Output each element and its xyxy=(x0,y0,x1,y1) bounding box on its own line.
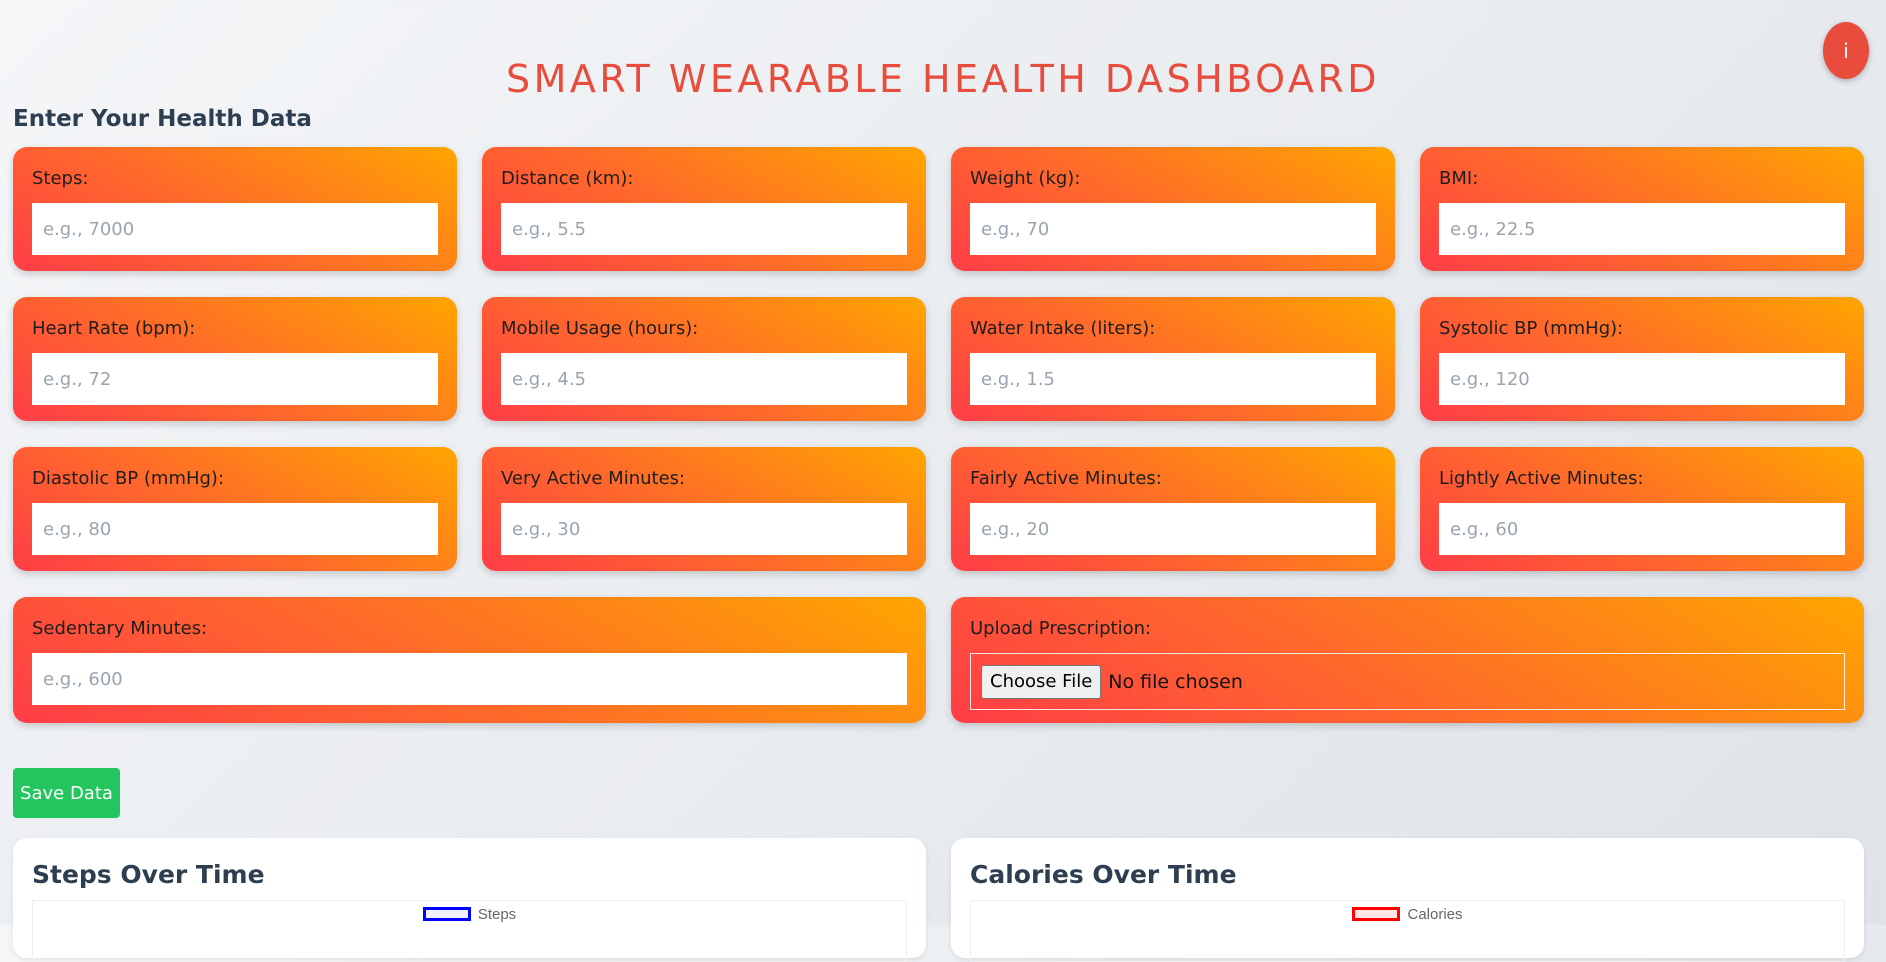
diastolic-bp-label: Diastolic BP (mmHg): xyxy=(32,468,225,489)
very-active-minutes-field-card: Very Active Minutes: xyxy=(482,447,926,571)
diastolic-bp-input[interactable] xyxy=(32,503,438,555)
systolic-bp-field-card: Systolic BP (mmHg): xyxy=(1420,297,1864,421)
water-intake-label: Water Intake (liters): xyxy=(970,318,1156,339)
page-title: SMART WEARABLE HEALTH DASHBOARD xyxy=(505,57,1381,102)
distance-input[interactable] xyxy=(501,203,907,255)
steps-field-card: Steps: xyxy=(13,147,457,271)
weight-field-card: Weight (kg): xyxy=(951,147,1395,271)
very-active-minutes-label: Very Active Minutes: xyxy=(501,468,686,489)
distance-field-card: Distance (km): xyxy=(482,147,926,271)
calories-chart-panel: Calories Over Time Calories xyxy=(951,838,1864,962)
mobile-usage-label: Mobile Usage (hours): xyxy=(501,318,699,339)
heart-rate-field-card: Heart Rate (bpm): xyxy=(13,297,457,421)
lightly-active-minutes-input[interactable] xyxy=(1439,503,1845,555)
steps-legend-swatch[interactable] xyxy=(422,907,471,921)
sedentary-minutes-label: Sedentary Minutes: xyxy=(32,618,208,639)
calories-chart-title: Calories Over Time xyxy=(970,860,1237,889)
steps-input[interactable] xyxy=(32,203,438,255)
calories-legend-label[interactable]: Calories xyxy=(1407,906,1462,923)
bmi-input[interactable] xyxy=(1439,203,1845,255)
lightly-active-minutes-field-card: Lightly Active Minutes: xyxy=(1420,447,1864,571)
mobile-usage-input[interactable] xyxy=(501,353,907,405)
weight-label: Weight (kg): xyxy=(970,168,1081,189)
calories-chart-legend: Calories xyxy=(971,901,1844,927)
mobile-usage-field-card: Mobile Usage (hours): xyxy=(482,297,926,421)
very-active-minutes-input[interactable] xyxy=(501,503,907,555)
diastolic-bp-field-card: Diastolic BP (mmHg): xyxy=(13,447,457,571)
steps-chart-canvas: Steps xyxy=(32,900,907,962)
sedentary-minutes-field-card: Sedentary Minutes: xyxy=(13,597,926,723)
steps-legend-label[interactable]: Steps xyxy=(478,906,516,923)
upload-prescription-label: Upload Prescription: xyxy=(970,618,1152,639)
file-status-text: No file chosen xyxy=(1108,670,1243,693)
distance-label: Distance (km): xyxy=(501,168,634,189)
steps-label: Steps: xyxy=(32,168,89,189)
water-intake-field-card: Water Intake (liters): xyxy=(951,297,1395,421)
systolic-bp-input[interactable] xyxy=(1439,353,1845,405)
systolic-bp-label: Systolic BP (mmHg): xyxy=(1439,318,1624,339)
steps-chart-legend: Steps xyxy=(33,901,906,927)
steps-chart-panel: Steps Over Time Steps xyxy=(13,838,926,962)
fairly-active-minutes-field-card: Fairly Active Minutes: xyxy=(951,447,1395,571)
heart-rate-label: Heart Rate (bpm): xyxy=(32,318,196,339)
choose-file-button[interactable]: Choose File xyxy=(981,664,1102,699)
upload-prescription-card: Upload Prescription: Choose File No file… xyxy=(951,597,1864,723)
calories-legend-swatch[interactable] xyxy=(1352,907,1401,921)
water-intake-input[interactable] xyxy=(970,353,1376,405)
form-heading: Enter Your Health Data xyxy=(13,106,312,132)
weight-input[interactable] xyxy=(970,203,1376,255)
sedentary-minutes-input[interactable] xyxy=(32,653,907,705)
bmi-label: BMI: xyxy=(1439,168,1479,189)
fairly-active-minutes-input[interactable] xyxy=(970,503,1376,555)
lightly-active-minutes-label: Lightly Active Minutes: xyxy=(1439,468,1644,489)
file-input[interactable]: Choose File No file chosen xyxy=(970,653,1845,710)
save-data-button[interactable]: Save Data xyxy=(13,768,120,818)
fairly-active-minutes-label: Fairly Active Minutes: xyxy=(970,468,1162,489)
calories-chart-canvas: Calories xyxy=(970,900,1845,962)
heart-rate-input[interactable] xyxy=(32,353,438,405)
bmi-field-card: BMI: xyxy=(1420,147,1864,271)
info-button[interactable]: i xyxy=(1823,22,1869,79)
steps-chart-title: Steps Over Time xyxy=(32,860,265,889)
